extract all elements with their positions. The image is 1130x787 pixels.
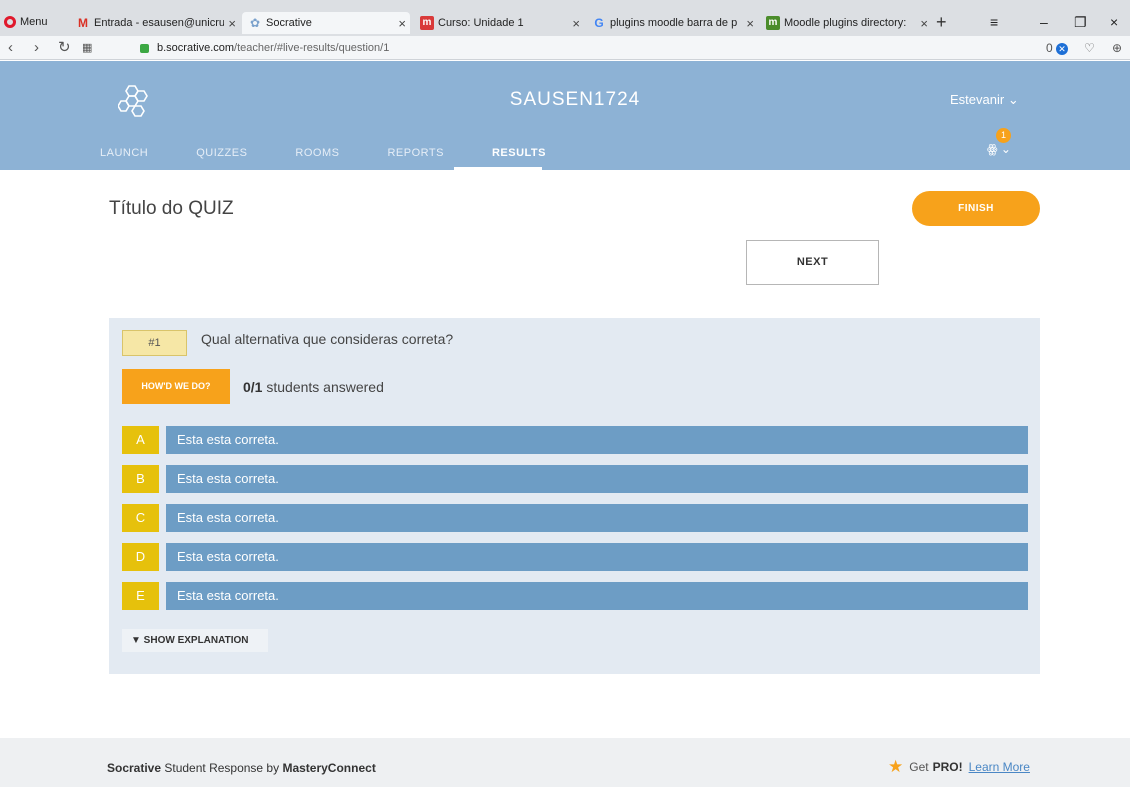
footer-brand: Socrative <box>107 761 162 775</box>
tab-list-icon[interactable]: ≡ <box>990 12 998 32</box>
browser-tab-bar: Menu M Entrada - esausen@unicru × ✿ Socr… <box>0 0 1130 36</box>
answer-letter: E <box>122 582 159 610</box>
answer-row: C Esta esta correta. <box>122 504 1028 532</box>
show-explanation-button[interactable]: ▼ SHOW EXPLANATION <box>122 629 268 652</box>
adblock-icon: ✕ <box>1056 43 1069 55</box>
download-icon[interactable]: ⊕ <box>1112 39 1122 57</box>
howd-we-do-button[interactable]: HOW'D WE DO? <box>122 369 230 404</box>
answer-row: E Esta esta correta. <box>122 582 1028 610</box>
new-tab-icon[interactable]: + <box>936 12 947 32</box>
forward-icon[interactable]: › <box>34 38 39 58</box>
answered-count: 0/1 <box>243 379 263 395</box>
restore-icon[interactable]: ❐ <box>1074 12 1087 32</box>
moodle-course-icon: m <box>420 16 434 30</box>
nav-quizzes[interactable]: QUIZZES <box>196 147 247 159</box>
answer-row: B Esta esta correta. <box>122 465 1028 493</box>
tab-title: plugins moodle barra de p <box>610 17 738 29</box>
moodle-icon: m <box>766 16 780 30</box>
browser-tab-google[interactable]: G plugins moodle barra de p × <box>586 12 758 34</box>
footer-company: MasteryConnect <box>282 761 376 775</box>
question-text: Qual alternativa que consideras correta? <box>201 331 454 347</box>
minimize-icon[interactable]: – <box>1040 12 1048 32</box>
nav-active-indicator <box>454 167 542 170</box>
url-path: /teacher/#live-results/question/1 <box>234 42 390 54</box>
url-field[interactable]: b.socrative.com/teacher/#live-results/qu… <box>140 38 1040 58</box>
heart-icon[interactable]: ♡ <box>1084 39 1095 57</box>
question-number: #1 <box>122 330 187 356</box>
nav-reports[interactable]: REPORTS <box>387 147 443 159</box>
tab-title: Socrative <box>266 17 312 29</box>
socrative-icon: ✿ <box>249 16 261 30</box>
close-tab-icon[interactable]: × <box>398 16 406 31</box>
url-host: b.socrative.com <box>157 42 235 54</box>
opera-logo-icon <box>4 16 16 28</box>
nav-results[interactable]: RESULTS <box>492 147 546 159</box>
footer-middle: Student Response by <box>161 761 283 775</box>
answer-text: Esta esta correta. <box>166 465 1028 493</box>
back-icon[interactable]: ‹ <box>8 38 13 58</box>
answer-text: Esta esta correta. <box>166 504 1028 532</box>
adblock-counter[interactable]: 0 ✕ <box>1046 39 1069 57</box>
user-menu[interactable]: Estevanir ⌄ <box>950 92 1019 108</box>
answer-text: Esta esta correta. <box>166 582 1028 610</box>
gmail-icon: M <box>78 16 88 30</box>
students-icon: ꙮ ⌄ <box>987 142 1011 156</box>
speed-dial-icon[interactable]: ▦ <box>82 38 92 58</box>
address-bar: ‹ › ↻ ▦ b.socrative.com/teacher/#live-re… <box>0 36 1130 60</box>
nav-launch[interactable]: LAUNCH <box>100 147 148 159</box>
answered-status: 0/1 students answered <box>243 379 384 395</box>
browser-tab-moodle[interactable]: m Moodle plugins directory: × <box>760 12 932 34</box>
tab-title: Entrada - esausen@unicru <box>94 17 224 29</box>
close-window-icon[interactable]: × <box>1110 12 1118 32</box>
browser-tab-curso[interactable]: m Curso: Unidade 1 × <box>414 12 584 34</box>
close-tab-icon[interactable]: × <box>572 16 580 31</box>
answer-row: A Esta esta correta. <box>122 426 1028 454</box>
browser-tab-socrative[interactable]: ✿ Socrative × <box>242 12 410 34</box>
pro-text: PRO! <box>932 760 963 774</box>
answer-letter: B <box>122 465 159 493</box>
answer-letter: D <box>122 543 159 571</box>
user-name: Estevanir <box>950 92 1005 107</box>
tab-title: Curso: Unidade 1 <box>438 17 524 29</box>
app-header: SAUSEN1724 Estevanir ⌄ LAUNCH QUIZZES RO… <box>0 61 1130 170</box>
close-tab-icon[interactable]: × <box>746 16 754 31</box>
answer-text: Esta esta correta. <box>166 543 1028 571</box>
reload-icon[interactable]: ↻ <box>58 38 71 58</box>
question-panel: #1 Qual alternativa que consideras corre… <box>109 318 1040 674</box>
answered-suffix: students answered <box>262 379 384 395</box>
answer-letter: A <box>122 426 159 454</box>
quiz-title: Título do QUIZ <box>109 198 234 219</box>
next-button[interactable]: NEXT <box>746 240 879 285</box>
answer-text: Esta esta correta. <box>166 426 1028 454</box>
get-text: Get <box>909 760 929 774</box>
notification-badge: 1 <box>996 128 1011 143</box>
get-pro-promo: ★ Get PRO! Learn More <box>888 757 1030 776</box>
browser-tab-gmail[interactable]: M Entrada - esausen@unicru × <box>70 12 240 34</box>
answer-row: D Esta esta correta. <box>122 543 1028 571</box>
main-nav: LAUNCH QUIZZES ROOMS REPORTS RESULTS <box>100 147 594 159</box>
finish-button[interactable]: FINISH <box>912 191 1040 226</box>
chevron-down-icon: ⌄ <box>1007 92 1019 107</box>
close-tab-icon[interactable]: × <box>228 16 236 31</box>
answer-letter: C <box>122 504 159 532</box>
footer: Socrative Student Response by MasteryCon… <box>0 738 1130 787</box>
browser-menu-button[interactable]: Menu <box>0 12 66 32</box>
star-icon: ★ <box>888 757 904 776</box>
tab-title: Moodle plugins directory: <box>784 17 907 29</box>
learn-more-link[interactable]: Learn More <box>969 760 1030 774</box>
google-icon: G <box>594 16 604 30</box>
browser-menu-label: Menu <box>20 16 48 28</box>
close-tab-icon[interactable]: × <box>920 16 928 31</box>
adblock-count: 0 <box>1046 41 1053 55</box>
nav-rooms[interactable]: ROOMS <box>295 147 339 159</box>
lock-icon <box>140 43 149 53</box>
footer-credit: Socrative Student Response by MasteryCon… <box>107 761 376 775</box>
